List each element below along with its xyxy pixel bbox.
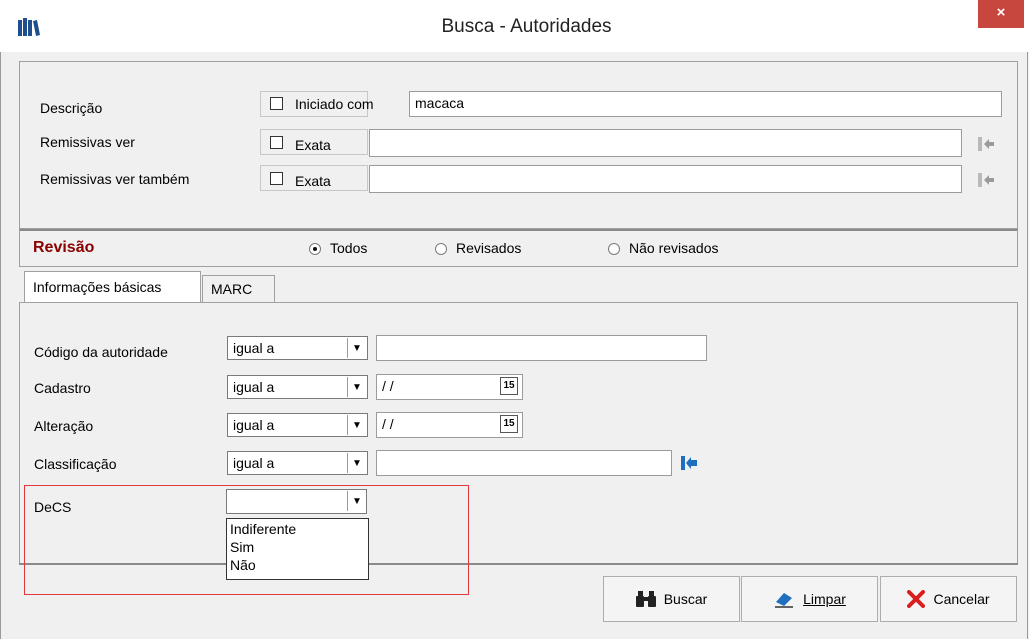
exata-label-2: Exata <box>295 173 331 189</box>
red-x-icon <box>907 590 926 608</box>
iniciado-com-label: Iniciado com <box>295 96 374 112</box>
radio-nao-revisados-label[interactable]: Não revisados <box>629 240 719 256</box>
tab-marc[interactable]: MARC <box>202 275 275 302</box>
return-arrow-icon[interactable] <box>680 455 698 471</box>
exata-label-1: Exata <box>295 137 331 153</box>
cadastro-operator-value: igual a <box>233 379 275 395</box>
dialog-window: Busca - Autoridades × Descrição Iniciado… <box>0 0 1029 639</box>
classificacao-operator-value: igual a <box>233 455 275 471</box>
cadastro-label: Cadastro <box>34 380 91 396</box>
radio-revisados-label[interactable]: Revisados <box>456 240 521 256</box>
window-border-right <box>1027 52 1028 639</box>
window-border-left <box>0 52 1 639</box>
window-title: Busca - Autoridades <box>441 16 612 37</box>
descricao-label: Descrição <box>40 100 103 116</box>
eraser-icon <box>775 593 794 608</box>
calendar-icon[interactable]: 15 <box>500 415 518 433</box>
iniciado-com-checkbox[interactable] <box>270 97 283 110</box>
highlight-annotation <box>24 485 469 595</box>
limpar-button[interactable]: Limpar <box>741 576 878 622</box>
chevron-down-icon[interactable]: ▼ <box>347 377 366 397</box>
return-arrow-icon[interactable] <box>977 136 995 152</box>
codigo-operator-select[interactable]: igual a ▼ <box>227 336 368 360</box>
limpar-label: Limpar <box>803 591 846 607</box>
alteracao-label: Alteração <box>34 418 94 434</box>
codigo-label: Código da autoridade <box>34 344 168 360</box>
buscar-label: Buscar <box>663 591 708 607</box>
alteracao-operator-value: igual a <box>233 417 275 433</box>
tab-informacoes-basicas[interactable]: Informações básicas <box>24 271 201 303</box>
radio-revisados[interactable] <box>435 243 447 255</box>
codigo-input[interactable] <box>376 335 707 361</box>
classificacao-operator-select[interactable]: igual a ▼ <box>227 451 368 475</box>
cancelar-label: Cancelar <box>933 591 990 607</box>
remissivas-ver-label: Remissivas ver <box>40 134 135 150</box>
revisao-heading: Revisão <box>33 239 95 256</box>
calendar-icon[interactable]: 15 <box>500 377 518 395</box>
descricao-input[interactable]: macaca <box>409 91 1002 117</box>
return-arrow-icon[interactable] <box>977 172 995 188</box>
chevron-down-icon[interactable]: ▼ <box>347 338 366 358</box>
chevron-down-icon[interactable]: ▼ <box>347 453 366 473</box>
remissivas-ver-input[interactable] <box>369 129 962 157</box>
radio-todos[interactable] <box>309 243 321 255</box>
classificacao-label: Classificação <box>34 456 117 472</box>
remissivas-ver-tambem-input[interactable] <box>369 165 962 193</box>
close-button[interactable]: × <box>978 0 1024 28</box>
exata-checkbox-1[interactable] <box>270 136 283 149</box>
buscar-button[interactable]: Buscar <box>603 576 740 622</box>
classificacao-input[interactable] <box>376 450 672 476</box>
radio-nao-revisados[interactable] <box>608 243 620 255</box>
radio-todos-label[interactable]: Todos <box>330 240 367 256</box>
binoculars-icon <box>635 591 656 607</box>
remissivas-ver-tambem-label: Remissivas ver também <box>40 171 190 187</box>
alteracao-operator-select[interactable]: igual a ▼ <box>227 413 368 437</box>
exata-checkbox-2[interactable] <box>270 172 283 185</box>
cancelar-button[interactable]: Cancelar <box>880 576 1017 622</box>
chevron-down-icon[interactable]: ▼ <box>347 415 366 435</box>
codigo-operator-value: igual a <box>233 340 275 356</box>
title-bar[interactable]: Busca - Autoridades × <box>0 0 1029 52</box>
cadastro-operator-select[interactable]: igual a ▼ <box>227 375 368 399</box>
